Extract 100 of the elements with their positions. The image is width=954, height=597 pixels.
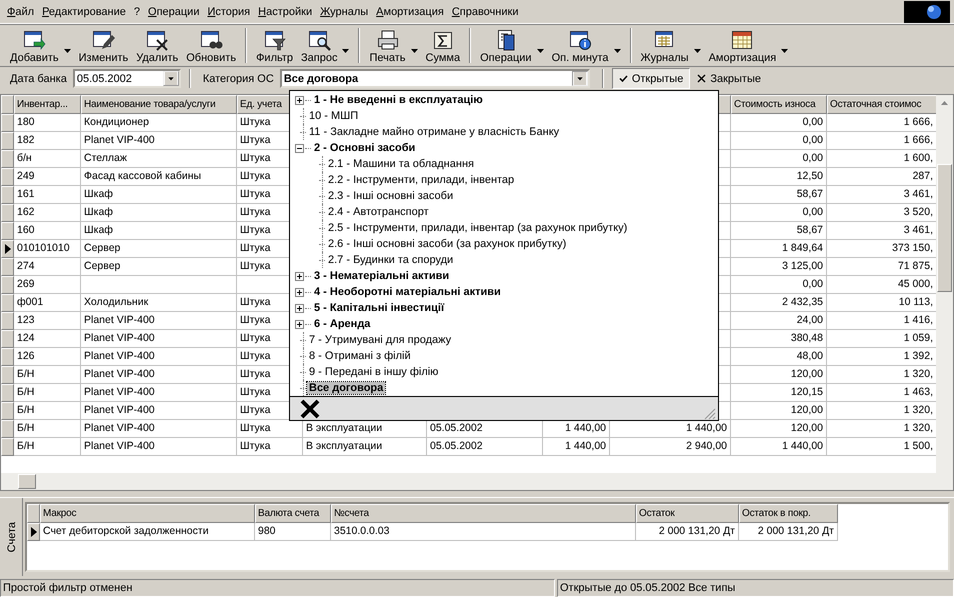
menu-item[interactable]: История (203, 6, 254, 18)
toolbar-button[interactable]: Журналы (636, 26, 693, 66)
table-cell: 180 (14, 114, 81, 132)
table-cell: 2 000 131,20 Дт (636, 523, 739, 541)
logo-icon (904, 0, 950, 22)
tree-item[interactable]: 2 - Основні засоби (312, 142, 418, 154)
table-cell: 1 849,64 (731, 240, 827, 258)
toolbar-button[interactable]: Изменить (74, 26, 132, 66)
side-tab[interactable]: Счета (2, 498, 23, 576)
column-header[interactable]: Инвентар... (14, 95, 81, 114)
menu-item[interactable]: Редактирование (38, 6, 130, 18)
tree-item[interactable]: 2.3 - Інші основні засоби (326, 190, 456, 202)
table-cell: 269 (14, 276, 81, 294)
tree-item[interactable]: Все договора (307, 382, 386, 394)
table-cell: Planet VIP-400 (81, 402, 237, 420)
menu-item[interactable]: Справочники (448, 6, 522, 18)
caret-icon[interactable] (694, 48, 701, 52)
column-header[interactable]: Валюта счета (255, 504, 331, 523)
table-cell: ф001 (14, 294, 81, 312)
dropdown-arrow-icon[interactable] (572, 71, 588, 86)
table-cell: 120,15 (731, 384, 827, 402)
column-header[interactable]: Наименование товара/услуги (81, 95, 237, 114)
dropdown-arrow-icon[interactable] (162, 71, 179, 86)
menu-item[interactable]: ? (130, 6, 144, 18)
table-cell: 010101010 (14, 240, 81, 258)
expand-icon[interactable] (295, 304, 304, 312)
table-cell: Planet VIP-400 (81, 366, 237, 384)
tree-item[interactable]: 2.6 - Інші основні засоби (за рахунок прибутку) (326, 238, 568, 250)
column-header[interactable]: Макрос (40, 504, 255, 523)
tree-item[interactable]: 3 - Нематеріальні активи (312, 270, 452, 282)
toolbar-button[interactable]: Фильтр (252, 26, 298, 66)
resize-grip-icon[interactable] (704, 408, 716, 420)
expand-icon[interactable] (295, 96, 304, 104)
tree-item[interactable]: 1 - Не введенні в експлуатацію (312, 94, 485, 106)
tree-item[interactable]: 5 - Капітальні інвестиції (312, 302, 446, 314)
category-field[interactable]: Все договора (280, 69, 590, 88)
column-header[interactable]: Остаток (636, 504, 739, 523)
column-header[interactable]: Стоимость износа (731, 95, 827, 114)
toolbar-button[interactable]: Амортизация (704, 26, 780, 66)
collapse-icon[interactable] (295, 144, 304, 152)
expand-icon[interactable] (295, 272, 304, 280)
toolbar-button[interactable]: Обновить (182, 26, 240, 66)
tree-item[interactable]: 2.7 - Будинки та споруди (326, 254, 456, 266)
column-header[interactable]: №счета (331, 504, 636, 523)
caret-icon[interactable] (410, 48, 418, 52)
row-selector[interactable] (1, 240, 14, 258)
bank-date-label: Дата банка (9, 72, 68, 84)
caret-icon[interactable] (781, 48, 788, 52)
table-cell: 123 (14, 312, 81, 330)
expand-icon[interactable] (295, 288, 304, 296)
tree-item[interactable]: 7 - Утримувані для продажу (307, 334, 454, 346)
filter-toggle-button[interactable]: Закрытые (690, 68, 768, 89)
toolbar-button[interactable]: Запрос (297, 26, 342, 66)
toolbar-button[interactable]: Печать (365, 26, 410, 66)
table-cell: Кондиционер (81, 114, 237, 132)
tree-item[interactable]: 2.4 - Автотранспорт (326, 206, 431, 218)
tree-item[interactable]: 2.1 - Машини та обладнання (326, 158, 476, 170)
bank-date-field[interactable]: 05.05.2002 (72, 69, 181, 88)
tree-item[interactable]: 2.2 - Інструменти, прилади, інвентар (326, 174, 516, 186)
table-cell: Planet VIP-400 (81, 348, 237, 366)
tree-item[interactable]: 4 - Необоротні матеріальні активи (312, 286, 503, 298)
tree-item[interactable]: 9 - Передані в іншу філію (307, 366, 440, 378)
menu-item[interactable]: Журналы (316, 6, 372, 18)
horizontal-scrollbar[interactable] (1, 473, 953, 490)
caret-icon[interactable] (614, 48, 621, 52)
table-cell: б/н (14, 150, 81, 168)
table-cell: 1 440,00 (543, 438, 610, 456)
toolbar-button[interactable]: Сумма (422, 26, 464, 66)
table-cell: 48,00 (731, 348, 827, 366)
tree-item[interactable]: 2.5 - Інструменти, прилади, інвентар (за рахунок прибутку) (326, 222, 630, 234)
caret-icon[interactable] (64, 48, 71, 52)
expand-icon[interactable] (295, 320, 304, 328)
table-cell: 0,00 (731, 114, 827, 132)
table-cell: Фасад кассовой кабины (81, 168, 237, 186)
tree-item[interactable]: 11 - Закладне майно отримане у власність Банку (307, 126, 562, 138)
close-icon[interactable] (300, 398, 320, 418)
menu-item[interactable]: Амортизация (372, 6, 448, 18)
table-cell: 160 (14, 222, 81, 240)
toolbar-button[interactable]: Операции (476, 26, 536, 66)
caret-icon[interactable] (536, 48, 544, 52)
scrollbar-thumb[interactable] (18, 474, 36, 489)
filter-toggle-button[interactable]: Открытые (612, 68, 690, 89)
row-selector[interactable] (27, 523, 40, 541)
toolbar-button[interactable]: Удалить (132, 26, 182, 66)
menu-item[interactable]: Операции (144, 6, 204, 18)
table-cell: 380,48 (731, 330, 827, 348)
column-header[interactable]: Остаточная стоимос (827, 95, 936, 114)
toolbar-button[interactable]: Добавить (6, 26, 63, 66)
tree-item[interactable]: 6 - Аренда (312, 318, 372, 330)
table-cell: Штука (237, 438, 303, 456)
caret-icon[interactable] (342, 48, 350, 52)
toolbar-button[interactable]: Оп. минута (548, 26, 613, 66)
scrollbar-thumb[interactable] (937, 164, 952, 292)
table-cell: 12,50 (731, 168, 827, 186)
column-header[interactable]: Остаток в покр. (739, 504, 838, 523)
tree-item[interactable]: 10 - МШП (307, 110, 360, 122)
vertical-scrollbar[interactable] (936, 95, 953, 473)
menu-item[interactable]: Файл (3, 6, 38, 18)
tree-item[interactable]: 8 - Отримані з філій (307, 350, 413, 362)
menu-item[interactable]: Настройки (254, 6, 316, 18)
